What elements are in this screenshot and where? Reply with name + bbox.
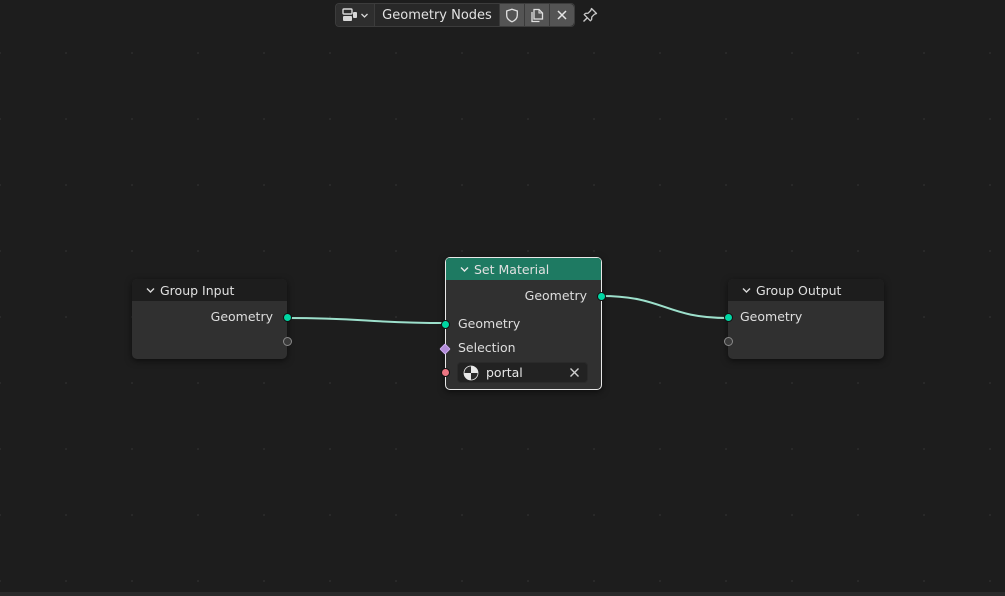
material-clear-button[interactable] <box>565 364 583 382</box>
link-input-to-set-material <box>286 317 447 324</box>
group-output-geometry-socket[interactable] <box>723 313 733 322</box>
material-name[interactable]: portal <box>486 365 565 380</box>
shield-icon <box>506 8 518 23</box>
group-output-header[interactable]: Group Output <box>728 279 884 301</box>
duplicate-button[interactable] <box>524 4 549 26</box>
tree-type-button[interactable] <box>336 4 375 26</box>
node-tree-selector: Geometry Nodes <box>335 3 575 27</box>
group-output-node[interactable]: Group Output Geometry <box>723 279 884 359</box>
group-input-geometry-socket[interactable] <box>282 313 292 322</box>
group-input-header[interactable]: Group Input <box>132 279 287 301</box>
collapse-chevron-icon[interactable] <box>458 263 470 275</box>
set-material-selection-socket[interactable] <box>439 342 451 355</box>
node-tree-icon <box>341 8 357 21</box>
set-material-header[interactable]: Set Material <box>446 258 601 280</box>
editor-bottom-border <box>0 592 1005 596</box>
group-input-node[interactable]: Group Input Geometry <box>132 279 292 359</box>
group-output-empty-socket[interactable] <box>723 337 733 346</box>
set-material-geometry-input-label: Geometry <box>458 316 521 331</box>
material-selector[interactable]: portal <box>457 362 588 383</box>
set-material-geometry-output-socket[interactable] <box>597 292 606 301</box>
collapse-chevron-icon[interactable] <box>740 284 752 296</box>
collapse-chevron-icon[interactable] <box>144 284 156 296</box>
set-material-material-socket[interactable] <box>440 368 450 377</box>
pin-button[interactable] <box>578 3 602 27</box>
set-material-geometry-output-label: Geometry <box>524 288 587 303</box>
unlink-button[interactable] <box>549 4 574 26</box>
set-material-geometry-input-socket[interactable] <box>440 320 450 329</box>
group-input-geometry-label: Geometry <box>210 309 273 324</box>
group-input-empty-socket[interactable] <box>282 337 292 346</box>
close-icon <box>557 10 567 20</box>
set-material-node[interactable]: Set Material Geometry Geometry Selection… <box>439 257 606 390</box>
node-editor[interactable]: Geometry Nodes Group Input Geometry Set … <box>0 0 1005 596</box>
group-output-geometry-label: Geometry <box>740 309 803 324</box>
group-input-title: Group Input <box>160 282 235 298</box>
fake-user-button[interactable] <box>499 4 524 26</box>
tree-name-field[interactable]: Geometry Nodes <box>375 4 499 26</box>
set-material-title: Set Material <box>474 261 550 277</box>
group-output-title: Group Output <box>756 282 842 298</box>
material-sphere-icon <box>462 364 480 382</box>
link-set-material-to-output <box>600 295 729 319</box>
pin-icon <box>583 7 598 22</box>
duplicate-icon <box>531 8 544 22</box>
set-material-selection-label: Selection <box>458 340 516 355</box>
chevron-down-icon <box>360 13 368 18</box>
close-icon <box>569 368 579 377</box>
